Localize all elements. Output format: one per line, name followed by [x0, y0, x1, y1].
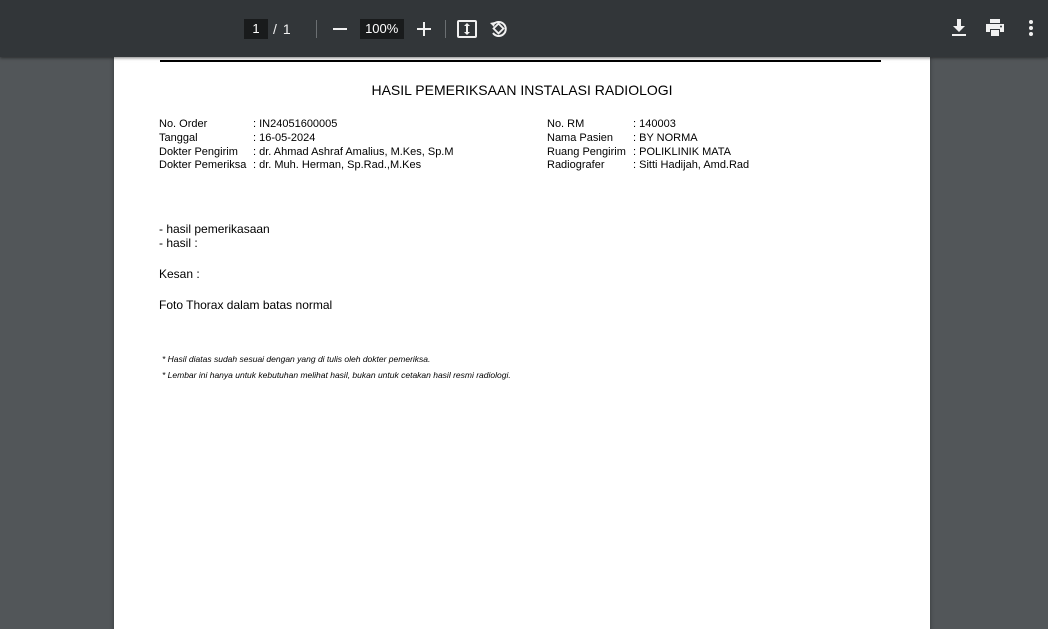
page-number-input[interactable]: 1: [244, 19, 268, 39]
toolbar-divider: [315, 20, 317, 38]
info-value: : BY NORMA: [633, 131, 698, 144]
kesan-text: Foto Thorax dalam batas normal: [159, 298, 333, 312]
info-row: Ruang Pengirim : POLIKLINIK MATA: [547, 146, 749, 160]
info-value: : Sitti Hadijah, Amd.Rad: [633, 159, 750, 172]
rotate-button[interactable]: [488, 18, 510, 40]
plus-icon: [416, 22, 431, 36]
info-row: No. RM : 140003: [547, 118, 749, 132]
zoom-out-button[interactable]: [329, 18, 351, 40]
info-value: : 140003: [633, 118, 676, 130]
zoom-level-input[interactable]: 100%: [359, 19, 404, 39]
download-button[interactable]: [948, 17, 970, 39]
more-options-button[interactable]: [1020, 17, 1042, 39]
pdf-toolbar: 1 / 1 100%: [0, 0, 1048, 57]
info-row: Radiografer : Sitti Hadijah, Amd.Rad: [547, 159, 749, 173]
fit-to-page-button[interactable]: [456, 18, 478, 40]
rotate-icon: [489, 21, 507, 37]
info-value: : dr. Muh. Herman, Sp.Rad.,M.Kes: [253, 159, 422, 172]
footnote: * Lembar ini hanya untuk kebutuhan melih…: [162, 370, 511, 380]
info-label: Nama Pasien: [547, 131, 614, 144]
toolbar-divider: [444, 20, 446, 38]
info-row: Dokter Pengirim : dr. Ahmad Ashraf Amali…: [159, 146, 454, 160]
info-label: No. Order: [159, 118, 208, 130]
print-button[interactable]: [984, 17, 1006, 39]
info-label: No. RM: [547, 118, 585, 130]
footnote: * Hasil diatas sudah sesuai dengan yang …: [162, 354, 431, 364]
info-value: : 16-05-2024: [253, 131, 316, 144]
info-label: Dokter Pengirim: [159, 145, 238, 158]
page-separator: /: [273, 21, 277, 37]
patient-info-right: No. RM : 140003 Nama Pasien : BY NORMA R…: [547, 118, 749, 173]
fit-page-icon: [456, 20, 477, 38]
document-title: HASIL PEMERIKSAAN INSTALASI RADIOLOGI: [371, 82, 673, 98]
print-icon: [986, 19, 1004, 36]
info-value: : dr. Ahmad Ashraf Amalius, M.Kes, Sp.M: [253, 145, 454, 158]
result-line: - hasil pemerikasaan: [159, 222, 270, 236]
header-rule: [160, 60, 881, 62]
info-row: Tanggal : 16-05-2024: [159, 132, 454, 146]
pdf-page: HASIL PEMERIKSAAN INSTALASI RADIOLOGI No…: [114, 57, 930, 629]
page-total: 1: [282, 21, 291, 37]
order-info-left: No. Order : IN24051600005 Tanggal : 16-0…: [159, 118, 454, 173]
toolbar-center-controls: 1 / 1 100%: [244, 18, 510, 40]
info-label: Ruang Pengirim: [547, 145, 626, 158]
info-value: : IN24051600005: [253, 118, 338, 130]
info-row: Dokter Pemeriksa : dr. Muh. Herman, Sp.R…: [159, 159, 454, 173]
info-label: Tanggal: [159, 131, 198, 144]
download-icon: [952, 19, 966, 36]
pdf-viewer[interactable]: HASIL PEMERIKSAAN INSTALASI RADIOLOGI No…: [0, 57, 1048, 629]
info-row: Nama Pasien : BY NORMA: [547, 132, 749, 146]
zoom-in-button[interactable]: [413, 18, 435, 40]
info-label: Dokter Pemeriksa: [159, 159, 247, 172]
kesan-label: Kesan :: [159, 267, 200, 281]
toolbar-right-controls: [934, 17, 1042, 39]
result-line: - hasil :: [159, 236, 198, 250]
info-label: Radiografer: [547, 159, 605, 172]
minus-icon: [332, 28, 347, 30]
info-row: No. Order : IN24051600005: [159, 118, 454, 132]
info-value: : POLIKLINIK MATA: [633, 145, 732, 158]
more-vert-icon: [1029, 20, 1033, 36]
